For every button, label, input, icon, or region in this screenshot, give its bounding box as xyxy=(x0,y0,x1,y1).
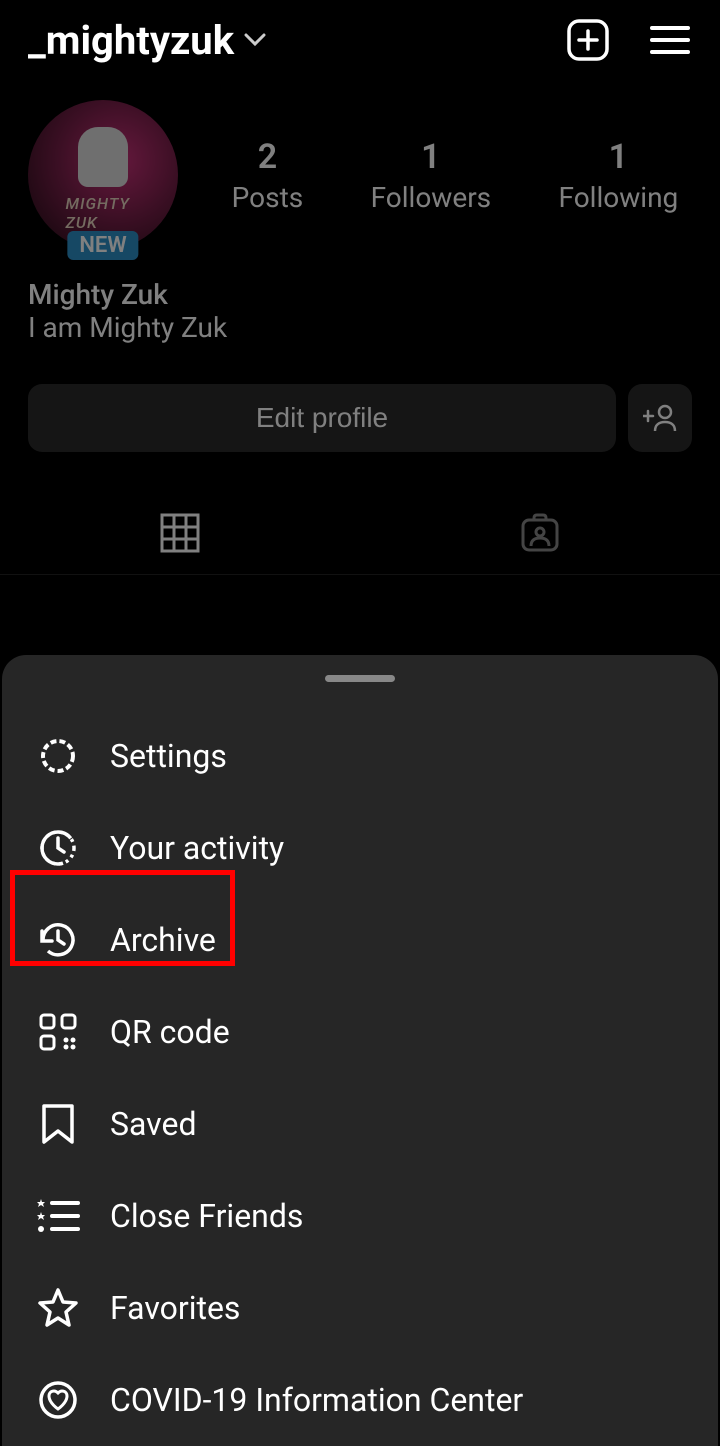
menu-item-saved[interactable]: Saved xyxy=(36,1078,684,1170)
chevron-down-icon xyxy=(244,33,266,47)
username-selector[interactable]: _mightyzuk xyxy=(28,17,266,64)
menu-label: Your activity xyxy=(110,829,284,867)
menu-item-qrcode[interactable]: QR code xyxy=(36,986,684,1078)
menu-item-covid[interactable]: COVID-19 Information Center xyxy=(36,1354,684,1446)
stat-posts[interactable]: 2 Posts xyxy=(232,137,304,214)
profile-username: _mightyzuk xyxy=(28,17,234,64)
profile-header: _mightyzuk xyxy=(0,0,720,80)
archive-icon xyxy=(36,918,80,962)
tab-grid-posts[interactable] xyxy=(0,492,360,574)
posts-label: Posts xyxy=(232,181,304,214)
menu-item-archive[interactable]: Archive xyxy=(36,894,684,986)
hamburger-menu-button[interactable] xyxy=(648,18,692,62)
tab-tagged-posts[interactable] xyxy=(360,492,720,574)
stat-following[interactable]: 1 Following xyxy=(559,137,679,214)
following-count: 1 xyxy=(559,137,679,177)
activity-icon xyxy=(36,826,80,870)
create-post-button[interactable] xyxy=(566,18,610,62)
edit-profile-button[interactable]: Edit profile xyxy=(28,384,616,452)
menu-item-close-friends[interactable]: Close Friends xyxy=(36,1170,684,1262)
menu-label: Archive xyxy=(110,921,216,959)
menu-label: QR code xyxy=(110,1013,230,1051)
menu-label: Close Friends xyxy=(110,1197,303,1235)
menu-item-activity[interactable]: Your activity xyxy=(36,802,684,894)
menu-label: Settings xyxy=(110,737,227,775)
posts-count: 2 xyxy=(232,137,304,177)
menu-bottom-sheet: Settings Your activity Archive QR code S… xyxy=(2,655,718,1446)
covid-icon xyxy=(36,1378,80,1422)
menu-label: COVID-19 Information Center xyxy=(110,1381,523,1419)
followers-count: 1 xyxy=(371,137,492,177)
display-name: Mighty Zuk xyxy=(28,278,692,311)
following-label: Following xyxy=(559,181,679,214)
menu-item-settings[interactable]: Settings xyxy=(36,710,684,802)
settings-icon xyxy=(36,734,80,778)
stat-followers[interactable]: 1 Followers xyxy=(371,137,492,214)
saved-icon xyxy=(36,1102,80,1146)
menu-label: Saved xyxy=(110,1105,196,1143)
discover-people-button[interactable] xyxy=(628,384,692,452)
favorites-icon xyxy=(36,1286,80,1330)
menu-item-favorites[interactable]: Favorites xyxy=(36,1262,684,1354)
profile-avatar[interactable]: NEW xyxy=(28,100,178,250)
close-friends-icon xyxy=(36,1194,80,1238)
bio-text: I am Mighty Zuk xyxy=(28,311,692,344)
new-badge: NEW xyxy=(67,231,138,260)
qrcode-icon xyxy=(36,1010,80,1054)
menu-label: Favorites xyxy=(110,1289,240,1327)
profile-info-section: NEW 2 Posts 1 Followers 1 Following Migh… xyxy=(0,80,720,364)
followers-label: Followers xyxy=(371,181,492,214)
drag-handle[interactable] xyxy=(325,675,395,682)
